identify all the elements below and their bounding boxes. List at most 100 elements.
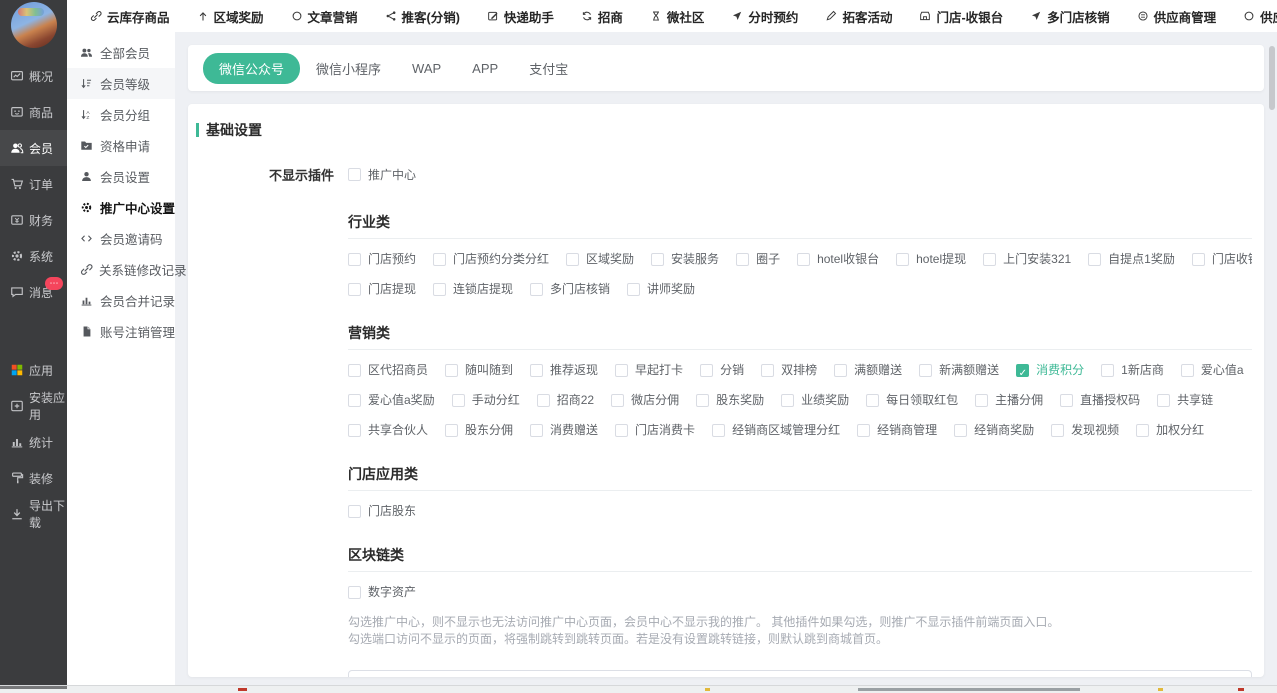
checkbox-直播授权码[interactable]: 直播授权码 — [1060, 390, 1140, 410]
checkbox-box[interactable] — [797, 253, 810, 266]
tab-支付宝[interactable]: 支付宝 — [529, 59, 568, 78]
h5-redirect-input[interactable] — [348, 670, 1252, 677]
checkbox-box[interactable] — [954, 424, 967, 437]
checkbox-box[interactable] — [857, 424, 870, 437]
checkbox-box[interactable] — [1181, 364, 1194, 377]
checkbox-box[interactable] — [1101, 364, 1114, 377]
topnav-item[interactable]: 快递助手 — [487, 7, 554, 26]
checkbox-共享链[interactable]: 共享链 — [1157, 390, 1213, 410]
checkbox-早起打卡[interactable]: 早起打卡 — [615, 360, 683, 380]
checkbox-门店预约分类分红[interactable]: 门店预约分类分红 — [433, 249, 549, 269]
checkbox-box[interactable] — [348, 505, 361, 518]
checkbox-box[interactable] — [700, 364, 713, 377]
sidebar-item-message[interactable]: 消息⋯ — [0, 274, 67, 310]
checkbox-box[interactable] — [537, 394, 550, 407]
submenu-item-code[interactable]: 会员邀请码 — [67, 223, 175, 254]
submenu-item-users[interactable]: 全部会员 — [67, 37, 175, 68]
checkbox-圈子[interactable]: 圈子 — [736, 249, 780, 269]
checkbox-box[interactable] — [761, 364, 774, 377]
checkbox-股东分佣[interactable]: 股东分佣 — [445, 420, 513, 440]
checkbox-box[interactable] — [611, 394, 624, 407]
checkbox-box[interactable] — [348, 394, 361, 407]
submenu-item-user[interactable]: 会员设置 — [67, 161, 175, 192]
checkbox-box[interactable] — [348, 586, 361, 599]
checkbox-box[interactable] — [348, 283, 361, 296]
checkbox-招商22[interactable]: 招商22 — [537, 390, 594, 410]
checkbox-分销[interactable]: 分销 — [700, 360, 744, 380]
checkbox-门店收银台[interactable]: 门店收银台 — [1192, 249, 1252, 269]
checkbox-门店提现[interactable]: 门店提现 — [348, 279, 416, 299]
sidebar-item-install[interactable]: 安装应用 — [0, 388, 67, 424]
checkbox-加权分红[interactable]: 加权分红 — [1136, 420, 1204, 440]
checkbox-box[interactable] — [1016, 364, 1029, 377]
submenu-item-sort-down[interactable]: 会员等级 — [67, 68, 175, 99]
checkbox-box[interactable] — [445, 424, 458, 437]
checkbox-消费积分[interactable]: 消费积分 — [1016, 360, 1084, 380]
checkbox-box[interactable] — [651, 253, 664, 266]
checkbox-消费赠送[interactable]: 消费赠送 — [530, 420, 598, 440]
checkbox-双排榜[interactable]: 双排榜 — [761, 360, 817, 380]
topnav-item[interactable]: 供应链 — [1243, 7, 1277, 26]
scrollbar-thumb[interactable] — [1269, 46, 1275, 110]
checkbox-box[interactable] — [696, 394, 709, 407]
checkbox-box[interactable] — [1157, 394, 1170, 407]
checkbox-随叫随到[interactable]: 随叫随到 — [445, 360, 513, 380]
topnav-item[interactable]: 多门店核销 — [1030, 7, 1110, 26]
checkbox-box[interactable] — [566, 253, 579, 266]
topnav-item[interactable]: 拓客活动 — [825, 7, 892, 26]
sidebar-item-goods[interactable]: 商品 — [0, 94, 67, 130]
topnav-item[interactable]: 文章营销 — [291, 7, 358, 26]
checkbox-hotel提现[interactable]: hotel提现 — [896, 249, 966, 269]
checkbox-box[interactable] — [781, 394, 794, 407]
checkbox-box[interactable] — [433, 253, 446, 266]
submenu-item-gear[interactable]: 推广中心设置 — [67, 192, 175, 223]
checkbox-box[interactable] — [1060, 394, 1073, 407]
submenu-item-chart[interactable]: 会员合并记录 — [67, 285, 175, 316]
topnav-item[interactable]: 供应商管理 — [1137, 7, 1217, 26]
sidebar-item-order[interactable]: 订单 — [0, 166, 67, 202]
submenu-item-sort-az[interactable]: AZ会员分组 — [67, 99, 175, 130]
topnav-item[interactable]: 微社区 — [650, 7, 705, 26]
checkbox-经销商管理[interactable]: 经销商管理 — [857, 420, 937, 440]
sidebar-item-finance[interactable]: 财务 — [0, 202, 67, 238]
checkbox-box[interactable] — [348, 364, 361, 377]
checkbox-区域奖励[interactable]: 区域奖励 — [566, 249, 634, 269]
checkbox-股东奖励[interactable]: 股东奖励 — [696, 390, 764, 410]
checkbox-box[interactable] — [348, 253, 361, 266]
checkbox-自提点1奖励[interactable]: 自提点1奖励 — [1088, 249, 1175, 269]
checkbox-box[interactable] — [452, 394, 465, 407]
checkbox-主播分佣[interactable]: 主播分佣 — [975, 390, 1043, 410]
checkbox-box[interactable] — [983, 253, 996, 266]
checkbox-每日领取红包[interactable]: 每日领取红包 — [866, 390, 958, 410]
topnav-item[interactable]: 推客(分销) — [385, 7, 460, 26]
checkbox-共享合伙人[interactable]: 共享合伙人 — [348, 420, 428, 440]
tab-WAP[interactable]: WAP — [412, 61, 441, 76]
checkbox-连锁店提现[interactable]: 连锁店提现 — [433, 279, 513, 299]
sidebar-item-export[interactable]: 导出下载 — [0, 496, 67, 532]
checkbox-经销商奖励[interactable]: 经销商奖励 — [954, 420, 1034, 440]
checkbox-box[interactable] — [736, 253, 749, 266]
sidebar-item-member[interactable]: 会员 — [0, 130, 67, 166]
sidebar-item-gear[interactable]: 系统 — [0, 238, 67, 274]
tab-微信公众号[interactable]: 微信公众号 — [203, 53, 300, 84]
sidebar-item-overview[interactable]: 概况 — [0, 58, 67, 94]
checkbox-box[interactable] — [712, 424, 725, 437]
checkbox-区代招商员[interactable]: 区代招商员 — [348, 360, 428, 380]
checkbox-满额赠送[interactable]: 满额赠送 — [834, 360, 902, 380]
submenu-item-folder-check[interactable]: 资格申请 — [67, 130, 175, 161]
checkbox-box[interactable] — [348, 168, 361, 181]
checkbox-box[interactable] — [615, 424, 628, 437]
checkbox-box[interactable] — [627, 283, 640, 296]
checkbox-box[interactable] — [834, 364, 847, 377]
topnav-item[interactable]: 分时预约 — [731, 7, 798, 26]
topnav-item[interactable]: 区域奖励 — [197, 7, 264, 26]
checkbox-box[interactable] — [919, 364, 932, 377]
checkbox-微店分佣[interactable]: 微店分佣 — [611, 390, 679, 410]
checkbox-box[interactable] — [530, 364, 543, 377]
checkbox-box[interactable] — [530, 424, 543, 437]
checkbox-数字资产[interactable]: 数字资产 — [348, 582, 416, 602]
checkbox-门店消费卡[interactable]: 门店消费卡 — [615, 420, 695, 440]
checkbox-爱心值a奖励[interactable]: 爱心值a奖励 — [348, 390, 435, 410]
topnav-item[interactable]: 招商 — [581, 7, 623, 26]
checkbox-推荐返现[interactable]: 推荐返现 — [530, 360, 598, 380]
